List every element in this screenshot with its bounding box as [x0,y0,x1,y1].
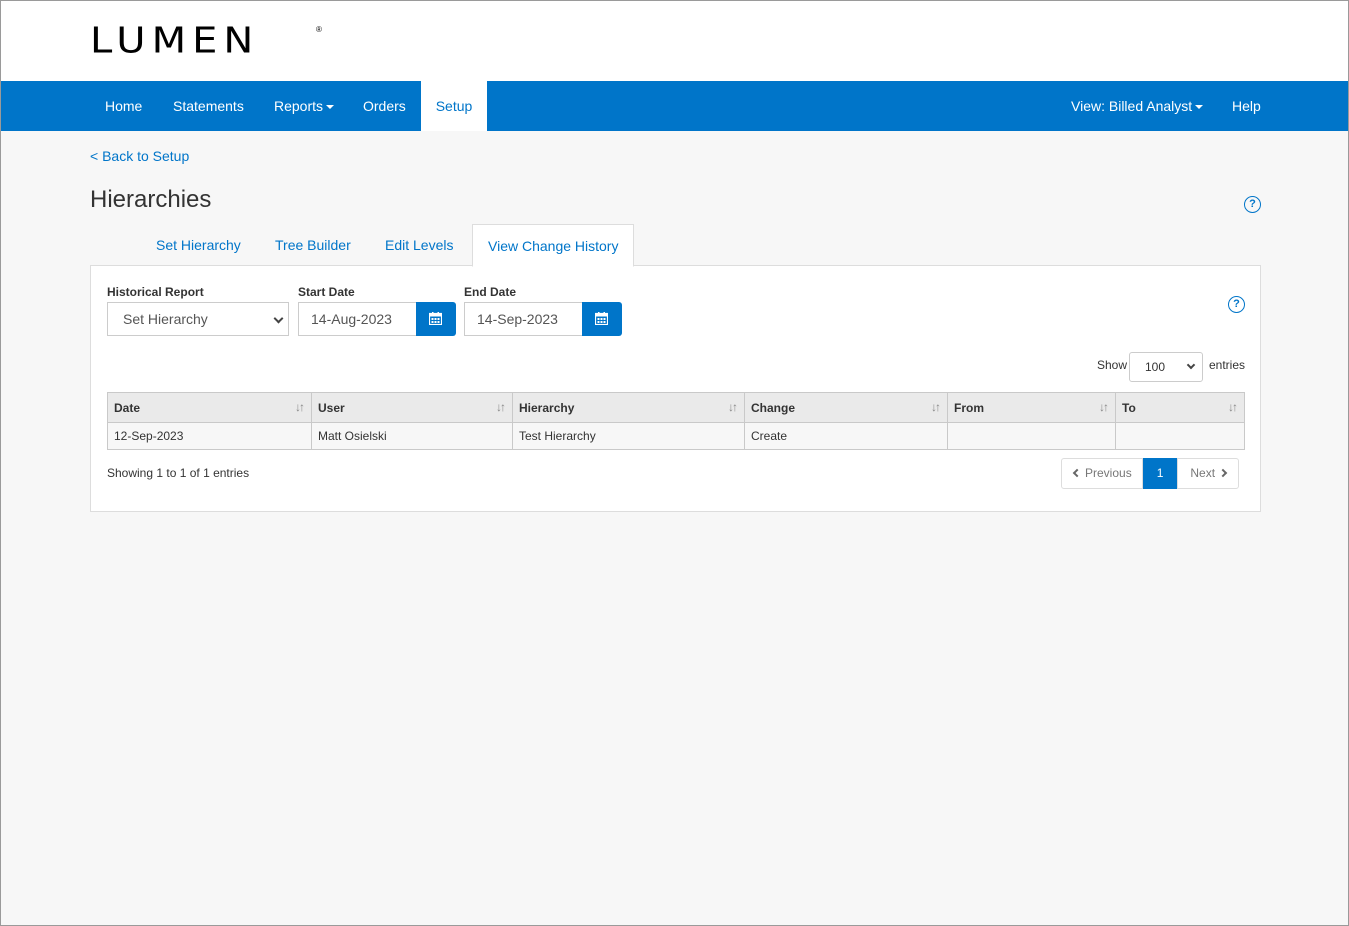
pagination: Previous 1 Next [1061,458,1240,489]
column-label: To [1122,400,1136,415]
help-icon[interactable]: ? [1244,196,1261,213]
chevron-down-icon [1186,360,1196,370]
cell-date: 12-Sep-2023 [107,422,312,450]
column-label: From [954,400,984,415]
historical-report-select[interactable]: Set Hierarchy [107,302,289,336]
main-navbar: Home Statements Reports Orders Setup Vie… [1,81,1348,131]
sort-icon: ↓↑ [1099,400,1109,414]
previous-label: Previous [1085,466,1132,480]
column-header-from[interactable]: From ↓↑ [947,392,1116,423]
historical-report-label: Historical Report [107,285,204,299]
nav-setup[interactable]: Setup [421,81,487,131]
calendar-icon [429,312,442,325]
cell-user: Matt Osielski [311,422,513,450]
start-date-label: Start Date [298,285,355,299]
cell-hierarchy: Test Hierarchy [512,422,745,450]
tab-view-change-history[interactable]: View Change History [472,224,635,267]
page-1-button[interactable]: 1 [1142,458,1178,489]
table-row: 12-Sep-2023 Matt Osielski Test Hierarchy… [107,422,1245,450]
column-label: User [318,400,345,415]
sort-icon: ↓↑ [496,400,506,414]
caret-down-icon [1195,105,1204,110]
nav-view-label: View: Billed Analyst [1071,98,1193,114]
nav-view-selector[interactable]: View: Billed Analyst [1056,81,1218,131]
entries-per-page-value: 100 [1145,360,1166,374]
column-header-hierarchy[interactable]: Hierarchy ↓↑ [512,392,745,423]
end-date-label: End Date [464,285,517,299]
end-date-calendar-button[interactable] [582,302,622,336]
chevron-down-icon [273,313,284,324]
header: LUMEN ® [1,1,1348,81]
tab-tree-builder[interactable]: Tree Builder [260,224,366,266]
start-date-calendar-button[interactable] [416,302,456,336]
sort-icon: ↓↑ [295,400,305,414]
column-header-to[interactable]: To ↓↑ [1115,392,1245,423]
panel-help-icon[interactable]: ? [1228,296,1245,313]
column-header-change[interactable]: Change ↓↑ [744,392,948,423]
show-label: Show [1097,358,1128,372]
start-date-input[interactable]: 14-Aug-2023 [298,302,418,336]
next-page-button[interactable]: Next [1177,458,1240,489]
end-date-input[interactable]: 14-Sep-2023 [464,302,584,336]
nav-reports[interactable]: Reports [259,81,349,131]
change-history-panel: Historical Report Set Hierarchy Start Da… [90,265,1261,512]
tab-set-hierarchy[interactable]: Set Hierarchy [141,224,256,266]
nav-statements[interactable]: Statements [158,81,259,131]
column-label: Date [114,400,141,415]
cell-from [947,422,1116,450]
cell-change: Create [744,422,948,450]
nav-help[interactable]: Help [1217,81,1276,131]
chevron-right-icon [1218,468,1228,478]
caret-down-icon [326,105,335,110]
next-label: Next [1190,466,1216,480]
nav-reports-label: Reports [274,98,324,114]
table-header-row: Date ↓↑ User ↓↑ Hierarchy ↓↑ Change ↓↑ From ↓… [107,392,1245,423]
previous-page-button[interactable]: Previous [1061,458,1143,489]
sort-icon: ↓↑ [728,400,738,414]
page-title: Hierarchies [90,186,212,213]
nav-home[interactable]: Home [90,81,157,131]
column-label: Change [751,400,796,415]
sort-icon: ↓↑ [1228,400,1238,414]
table-info: Showing 1 to 1 of 1 entries [107,466,250,480]
calendar-icon [595,312,608,325]
change-history-table: Date ↓↑ User ↓↑ Hierarchy ↓↑ Change ↓↑ From ↓… [107,392,1245,450]
column-header-user[interactable]: User ↓↑ [311,392,513,423]
sort-icon: ↓↑ [931,400,941,414]
column-header-date[interactable]: Date ↓↑ [107,392,312,423]
logo-registered-mark: ® [316,25,322,34]
entries-label: entries [1209,358,1246,372]
logo-text: LUMEN [90,20,260,62]
entries-per-page-select[interactable]: 100 [1129,352,1203,382]
lumen-logo[interactable]: LUMEN ® [90,20,322,63]
tab-edit-levels[interactable]: Edit Levels [370,224,468,266]
nav-orders[interactable]: Orders [348,81,421,131]
back-to-setup-link[interactable]: < Back to Setup [90,148,189,164]
historical-report-value: Set Hierarchy [123,311,208,327]
cell-to [1115,422,1245,450]
column-label: Hierarchy [519,400,575,415]
chevron-left-icon [1072,468,1082,478]
